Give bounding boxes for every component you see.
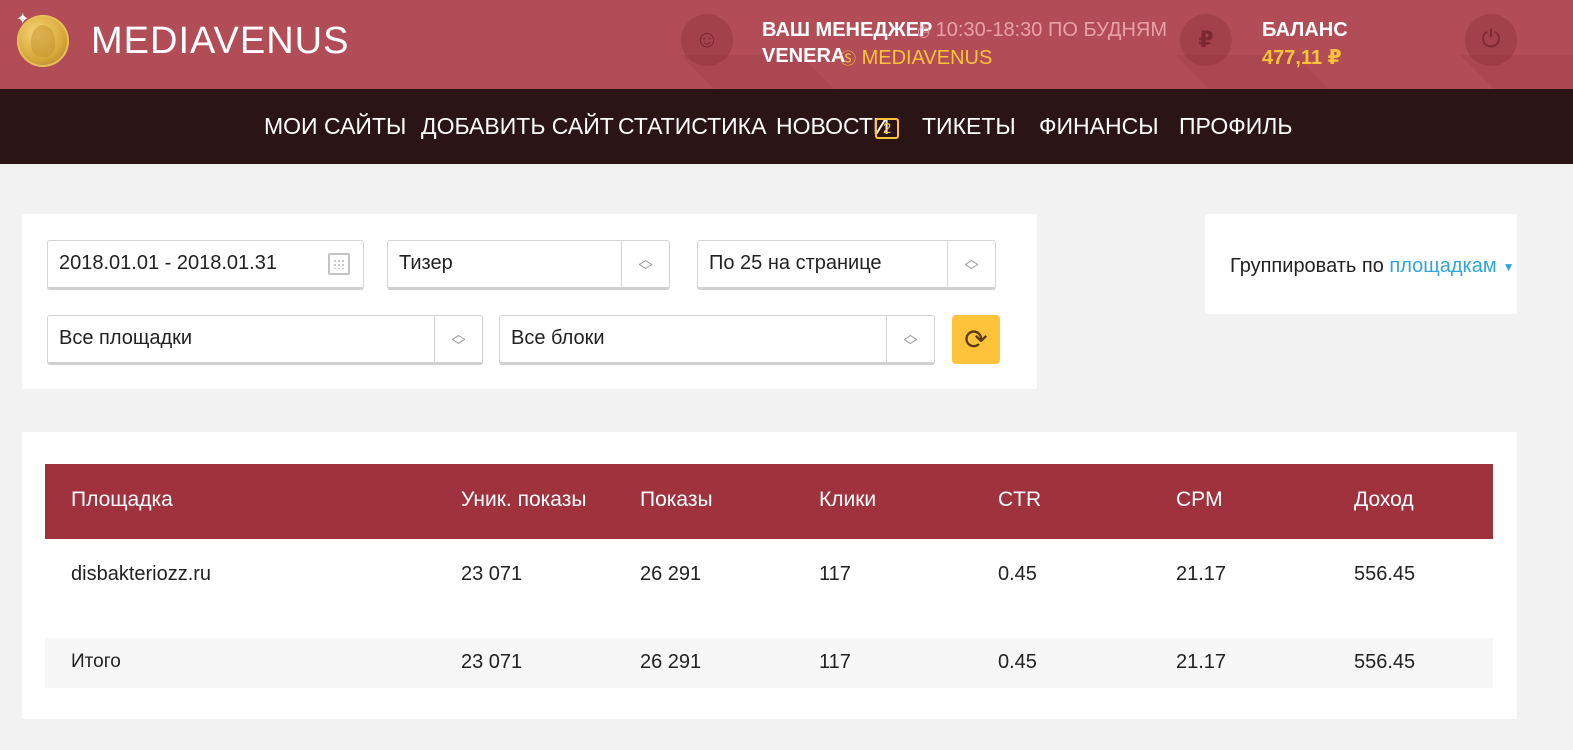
- ad-type-value: Тизер: [399, 252, 453, 274]
- sparkle-icon: ✦: [16, 11, 30, 28]
- manager-avatar-icon: ☺: [681, 14, 733, 66]
- column-header[interactable]: Площадка: [71, 488, 173, 512]
- column-header[interactable]: Доход: [1354, 488, 1414, 512]
- select-arrows-icon: ︿ ﹀: [886, 316, 934, 363]
- per-page-value: По 25 на странице: [709, 252, 882, 274]
- select-arrows-icon: ︿ ﹀: [947, 241, 995, 288]
- table-header: Площадка Уник. показы Показы Клики CTR C…: [45, 464, 1493, 539]
- table-cell: 21.17: [1176, 651, 1227, 673]
- table-cell: 556.45: [1354, 563, 1416, 585]
- table-cell: 556.45: [1354, 651, 1416, 673]
- grouping-dropdown[interactable]: площадкам: [1389, 255, 1496, 277]
- table-cell: 26 291: [640, 563, 702, 585]
- table-cell-site[interactable]: disbakteriozz.ru: [71, 563, 211, 586]
- skype-icon: Ⓢ: [840, 51, 857, 68]
- ruble-icon: ₽: [1180, 14, 1232, 66]
- brand-name[interactable]: MEDIAVENUS: [91, 20, 349, 63]
- per-page-select[interactable]: По 25 на странице ︿ ﹀: [697, 240, 996, 290]
- blocks-value: Все блоки: [511, 327, 605, 349]
- balance-title: БАЛАНС: [1262, 19, 1348, 41]
- blocks-select[interactable]: Все блоки ︿ ﹀: [499, 315, 935, 365]
- column-header[interactable]: CPM: [1176, 488, 1223, 512]
- manager-name: VENERA: [762, 45, 846, 67]
- refresh-icon: ⟳: [964, 324, 988, 355]
- manager-hours: ◷ 10:30-18:30 ПО БУДНЯМ: [917, 19, 1167, 42]
- sites-select[interactable]: Все площадки ︿ ﹀: [47, 315, 483, 365]
- nav-tickets[interactable]: ТИКЕТЫ: [922, 113, 1016, 140]
- ad-type-select[interactable]: Тизер ︿ ﹀: [387, 240, 670, 290]
- nav-news[interactable]: НОВОСТИ: [776, 113, 889, 140]
- column-header[interactable]: Уник. показы: [461, 488, 586, 512]
- nav-profile[interactable]: ПРОФИЛЬ: [1179, 113, 1292, 140]
- column-header[interactable]: Показы: [640, 488, 713, 512]
- nav-my-sites[interactable]: МОИ САЙТЫ: [264, 113, 406, 140]
- table-cell: 23 071: [461, 651, 523, 673]
- select-arrows-icon: ︿ ﹀: [621, 241, 669, 288]
- nav-finance[interactable]: ФИНАНСЫ: [1039, 113, 1159, 140]
- clock-icon: ◷: [917, 23, 931, 40]
- table-cell: 21.17: [1176, 563, 1227, 585]
- table-row: disbakteriozz.ru 23 071 26 291 117 0.45 …: [45, 539, 1493, 638]
- date-range-value: 2018.01.01 - 2018.01.31: [59, 252, 277, 274]
- table-cell: 117: [819, 563, 851, 585]
- table-cell: 26 291: [640, 651, 702, 673]
- table-cell: 117: [819, 651, 851, 673]
- column-header[interactable]: Клики: [819, 488, 876, 512]
- date-range-input[interactable]: 2018.01.01 - 2018.01.31: [47, 240, 364, 290]
- refresh-button[interactable]: ⟳: [952, 315, 1000, 364]
- grouping-control: Группировать по площадкам ▼: [1230, 255, 1514, 278]
- table-cell: 0.45: [998, 651, 1037, 673]
- table-cell: Итого: [71, 651, 121, 672]
- select-arrows-icon: ︿ ﹀: [434, 316, 482, 363]
- balance-value: 477,11 ₽: [1262, 47, 1342, 69]
- table-cell: 23 071: [461, 563, 523, 585]
- nav-statistics[interactable]: СТАТИСТИКА: [618, 113, 766, 140]
- manager-skype[interactable]: Ⓢ MEDIAVENUS: [840, 45, 992, 70]
- column-header[interactable]: CTR: [998, 488, 1041, 512]
- nav-add-site[interactable]: ДОБАВИТЬ САЙТ: [421, 113, 614, 140]
- sites-value: Все площадки: [59, 327, 193, 349]
- grouping-label: Группировать по: [1230, 255, 1384, 277]
- manager-skype-text: MEDIAVENUS: [861, 47, 993, 69]
- top-header: ✦ MEDIAVENUS ☺ ВАШ МЕНЕДЖЕР ◷ 10:30-18:3…: [0, 0, 1573, 89]
- manager-title: ВАШ МЕНЕДЖЕР: [762, 19, 933, 41]
- news-count-badge: 2: [875, 118, 899, 139]
- calendar-icon[interactable]: [328, 253, 350, 275]
- table-total-row: Итого 23 071 26 291 117 0.45 21.17 556.4…: [45, 638, 1493, 688]
- manager-hours-text: 10:30-18:30 ПО БУДНЯМ: [935, 19, 1168, 41]
- table-cell: 0.45: [998, 563, 1037, 585]
- power-icon[interactable]: ⏻: [1465, 14, 1517, 66]
- caret-down-icon[interactable]: ▼: [1503, 260, 1515, 274]
- main-nav: МОИ САЙТЫ ДОБАВИТЬ САЙТ СТАТИСТИКА НОВОС…: [0, 89, 1573, 164]
